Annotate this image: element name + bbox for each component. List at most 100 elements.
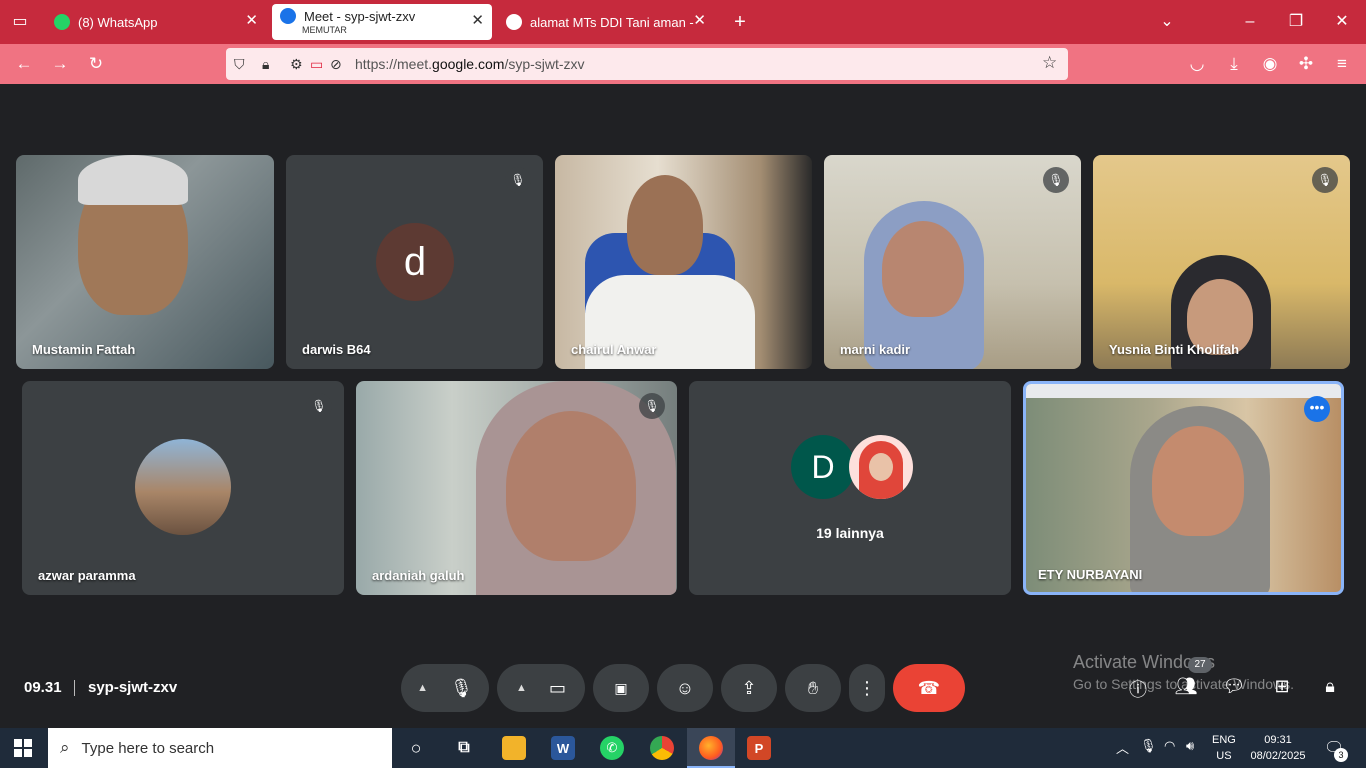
participant-name: ETY NURBAYANI bbox=[1038, 567, 1143, 582]
participant-tile[interactable]: d 🎙︎ darwis B64 bbox=[286, 155, 543, 369]
mic-off-icon[interactable]: ⊘ bbox=[330, 56, 342, 72]
info-icon[interactable]: ⓘ bbox=[1125, 676, 1151, 702]
notification-count-badge: 3 bbox=[1334, 748, 1348, 762]
camera-icon[interactable]: ▭ bbox=[310, 56, 323, 72]
mic-muted-icon: 🎙︎ bbox=[1312, 167, 1338, 193]
shield-icon[interactable]: ⛉ bbox=[234, 56, 245, 72]
tab-google-search[interactable]: alamat MTs DDI Tani aman - Per ✕ bbox=[498, 4, 710, 40]
participant-tile[interactable]: 🎙︎ Yusnia Binti Kholifah bbox=[1093, 155, 1350, 369]
camera-button[interactable]: ▲ ▭ bbox=[497, 664, 585, 712]
chevron-up-icon[interactable]: ︿ bbox=[1116, 738, 1129, 757]
avatar: d bbox=[376, 223, 454, 301]
participant-tile[interactable]: 🎙︎ ardaniah galuh bbox=[356, 381, 677, 595]
close-tab-icon[interactable]: ✕ bbox=[245, 13, 258, 29]
browser-nav-bar: ← → ↻ ⛉ 🔒︎ ⚙ ▭ ⊘ https://meet.google.com… bbox=[0, 44, 1366, 84]
pocket-icon[interactable]: ◡ bbox=[1187, 54, 1207, 74]
powerpoint-icon[interactable]: P bbox=[747, 736, 771, 760]
leave-call-button[interactable]: ☎ bbox=[893, 664, 965, 712]
search-icon: ⌕ bbox=[60, 738, 70, 757]
firefox-taskbar-active[interactable] bbox=[687, 728, 735, 768]
taskbar-search[interactable]: ⌕ Type here to search bbox=[48, 728, 392, 768]
participant-name: ardaniah galuh bbox=[372, 568, 465, 583]
chevron-down-icon[interactable]: ⌄ bbox=[1157, 12, 1177, 32]
new-tab-icon[interactable]: + bbox=[730, 12, 750, 32]
participant-name: marni kadir bbox=[840, 342, 911, 357]
cortana-icon[interactable]: ○ bbox=[404, 736, 428, 760]
raise-hand-button[interactable]: ✋︎ bbox=[785, 664, 841, 712]
volume-icon[interactable]: 🔊︎ bbox=[1186, 738, 1194, 754]
participant-name: azwar paramma bbox=[38, 568, 136, 583]
tab-whatsapp[interactable]: (8) WhatsApp ✕ bbox=[46, 4, 266, 40]
camera-icon: ▭ bbox=[548, 677, 566, 698]
more-participants-label: 19 lainnya bbox=[816, 525, 884, 541]
address-bar[interactable]: ⛉ 🔒︎ ⚙ ▭ ⊘ https://meet.google.com/syp-s… bbox=[226, 48, 1068, 80]
mic-tray-icon[interactable]: 🎙︎ bbox=[1140, 738, 1157, 754]
cap bbox=[78, 155, 188, 205]
logo-square bbox=[24, 749, 32, 757]
file-explorer-icon[interactable] bbox=[502, 736, 526, 760]
url-domain: google.com bbox=[432, 56, 505, 72]
lock-icon[interactable]: 🔒︎ bbox=[262, 56, 269, 72]
participant-name: Mustamin Fattah bbox=[32, 342, 136, 357]
reactions-button[interactable]: ☺ bbox=[657, 664, 713, 712]
chat-icon[interactable]: 💬︎ bbox=[1221, 676, 1247, 697]
search-placeholder: Type here to search bbox=[81, 739, 215, 757]
activities-icon[interactable]: ⊞ bbox=[1269, 676, 1295, 697]
captions-button[interactable]: ▣ bbox=[593, 664, 649, 712]
people-icon[interactable]: 👥︎ bbox=[1173, 676, 1199, 697]
language-indicator[interactable]: ENG US bbox=[1212, 732, 1236, 764]
permissions-icon[interactable]: ⚙ bbox=[290, 56, 303, 72]
extensions-icon[interactable]: ✣ bbox=[1296, 54, 1316, 74]
close-tab-icon[interactable]: ✕ bbox=[693, 13, 706, 29]
more-participants-tile[interactable]: D 19 lainnya bbox=[689, 381, 1011, 595]
host-controls-icon[interactable]: 🔒︎ bbox=[1317, 676, 1343, 697]
restore-icon[interactable]: ❐ bbox=[1286, 12, 1306, 32]
keyboard-region: US bbox=[1216, 750, 1232, 762]
logo-square bbox=[14, 739, 22, 747]
avatar bbox=[135, 439, 231, 535]
windows-start-icon[interactable] bbox=[14, 739, 32, 757]
browser-tab-bar: ▭ (8) WhatsApp ✕ Meet - syp-sjwt-zxv MEM… bbox=[0, 0, 1366, 44]
close-window-icon[interactable]: ✕ bbox=[1332, 12, 1352, 32]
reload-icon[interactable]: ↻ bbox=[86, 54, 106, 74]
word-icon[interactable]: W bbox=[551, 736, 575, 760]
meet-stage: Mustamin Fattah d 🎙︎ darwis B64 chairul … bbox=[0, 84, 1366, 728]
windows-taskbar: ⌕ Type here to search ○ ⧉ W ✆ P ︿ 🎙︎ ◠ 🔊… bbox=[0, 728, 1366, 768]
logo-square bbox=[24, 739, 32, 747]
forward-icon[interactable]: → bbox=[50, 54, 70, 74]
tab-title: Meet - syp-sjwt-zxv bbox=[304, 8, 416, 24]
tab-list-icon[interactable]: ▭ bbox=[10, 12, 30, 32]
chrome-icon[interactable] bbox=[650, 736, 674, 760]
meeting-clock: 09.31 bbox=[24, 679, 62, 696]
clock-tray[interactable]: 09:31 08/02/2025 bbox=[1248, 732, 1308, 764]
tab-meet[interactable]: Meet - syp-sjwt-zxv MEMUTAR ✕ bbox=[272, 4, 492, 40]
participant-tile-active-speaker[interactable]: ••• ETY NURBAYANI bbox=[1023, 381, 1344, 595]
download-icon[interactable]: ⤓ bbox=[1224, 54, 1244, 74]
chevron-up-icon[interactable]: ▲ bbox=[516, 682, 527, 694]
close-tab-icon[interactable]: ✕ bbox=[471, 13, 484, 29]
account-icon[interactable]: ◉ bbox=[1260, 54, 1280, 74]
minimize-icon[interactable]: – bbox=[1240, 12, 1260, 32]
bookmark-star-icon[interactable]: ☆ bbox=[1042, 54, 1057, 71]
more-options-icon[interactable]: ••• bbox=[1304, 396, 1330, 422]
hang-up-icon: ☎ bbox=[917, 677, 941, 698]
participant-video bbox=[506, 411, 636, 561]
participant-video bbox=[627, 175, 703, 275]
participant-tile[interactable]: Mustamin Fattah bbox=[16, 155, 274, 369]
more-options-button[interactable]: ⋮ bbox=[849, 664, 885, 712]
more-vert-icon: ⋮ bbox=[858, 677, 876, 698]
mic-button[interactable]: ▲ 🎙︎ bbox=[401, 664, 489, 712]
menu-icon[interactable]: ≡ bbox=[1332, 54, 1352, 74]
captions-icon: ▣ bbox=[614, 679, 628, 696]
present-button[interactable]: ⇪ bbox=[721, 664, 777, 712]
participant-tile[interactable]: 🎙︎ azwar paramma bbox=[22, 381, 344, 595]
back-icon[interactable]: ← bbox=[14, 54, 34, 74]
wifi-icon[interactable]: ◠ bbox=[1164, 738, 1175, 754]
chevron-up-icon[interactable]: ▲ bbox=[417, 682, 428, 694]
whatsapp-icon[interactable]: ✆ bbox=[600, 736, 624, 760]
task-view-icon[interactable]: ⧉ bbox=[452, 736, 476, 760]
participant-tile[interactable]: chairul Anwar bbox=[555, 155, 812, 369]
url-path: /syp-sjwt-zxv bbox=[504, 56, 585, 72]
firefox-icon bbox=[699, 736, 723, 760]
participant-tile[interactable]: 🎙︎ marni kadir bbox=[824, 155, 1081, 369]
